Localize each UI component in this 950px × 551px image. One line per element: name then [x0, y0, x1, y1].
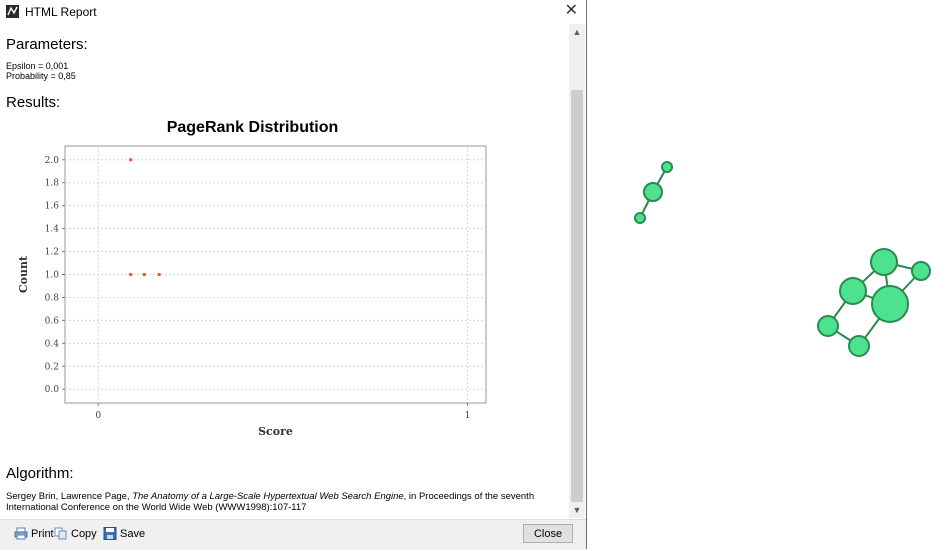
x-tick-label: 1: [465, 411, 471, 421]
y-tick-label: 0.8: [45, 293, 60, 303]
y-axis-label: Count: [17, 255, 30, 293]
y-tick-label: 0.4: [45, 339, 60, 349]
graph-nodes: [634, 161, 931, 357]
copy-button[interactable]: Copy: [54, 527, 97, 540]
network-graph-canvas[interactable]: [600, 140, 940, 370]
y-tick-label: 1.4: [45, 225, 60, 235]
html-report-dialog: HTML Report ✕ Parameters: Epsilon = 0,00…: [0, 0, 587, 550]
window-title: HTML Report: [25, 5, 97, 19]
data-point: [142, 273, 146, 276]
copy-label: Copy: [71, 527, 97, 540]
y-tick-label: 2.0: [45, 156, 60, 166]
graph-node[interactable]: [848, 335, 870, 357]
graph-node[interactable]: [634, 212, 646, 224]
title-bar[interactable]: HTML Report ✕: [0, 0, 586, 24]
y-tick-label: 1.2: [45, 248, 59, 258]
save-label: Save: [120, 527, 146, 540]
graph-node[interactable]: [839, 277, 867, 305]
floppy-disk-icon: [103, 527, 117, 540]
scroll-up-icon[interactable]: ▲: [569, 24, 585, 40]
data-point: [129, 158, 133, 162]
graph-node[interactable]: [911, 261, 931, 281]
algorithm-paper-title: The Anatomy of a Large-Scale Hypertextua…: [132, 491, 404, 502]
x-axis-label: Score: [258, 425, 293, 438]
y-tick-label: 1.6: [45, 202, 60, 212]
graph-node[interactable]: [643, 182, 663, 202]
data-point: [157, 273, 161, 276]
vertical-scrollbar[interactable]: ▲ ▼: [569, 24, 585, 518]
data-point: [129, 273, 133, 276]
print-label: Print: [31, 527, 54, 540]
y-tick-label: 0.2: [45, 362, 59, 372]
footer-toolbar: Print Copy Save Close: [0, 519, 586, 550]
close-button[interactable]: Close: [523, 524, 573, 543]
save-button[interactable]: Save: [103, 527, 145, 540]
close-window-icon[interactable]: ✕: [565, 2, 578, 20]
y-tick-label: 1.8: [45, 179, 60, 189]
copy-icon: [54, 527, 68, 540]
printer-icon: [14, 527, 28, 540]
x-tick-label: 0: [95, 411, 101, 421]
algorithm-authors: Sergey Brin, Lawrence Page,: [6, 491, 133, 502]
scroll-down-icon[interactable]: ▼: [569, 502, 585, 518]
report-content: Parameters: Epsilon = 0,001 Probability …: [0, 24, 568, 518]
algorithm-reference: Sergey Brin, Lawrence Page, The Anatomy …: [6, 491, 561, 513]
graph-node[interactable]: [871, 285, 909, 323]
graph-node[interactable]: [870, 248, 898, 276]
pagerank-chart: 0.0 0.2 0.4 0.6 0.8 1.0 1.2 1.4 1.6 1.8 2.0 0 1 Score…: [17, 145, 487, 438]
scroll-thumb[interactable]: [571, 90, 583, 502]
print-button[interactable]: Print: [14, 527, 54, 540]
algorithm-heading: Algorithm:: [6, 465, 74, 482]
y-tick-label: 1.0: [45, 271, 60, 281]
y-tick-label: 0.6: [45, 316, 60, 326]
y-tick-label: 0.0: [45, 385, 60, 395]
graph-node[interactable]: [661, 161, 673, 173]
graph-node[interactable]: [817, 315, 839, 337]
app-icon: [6, 5, 19, 18]
